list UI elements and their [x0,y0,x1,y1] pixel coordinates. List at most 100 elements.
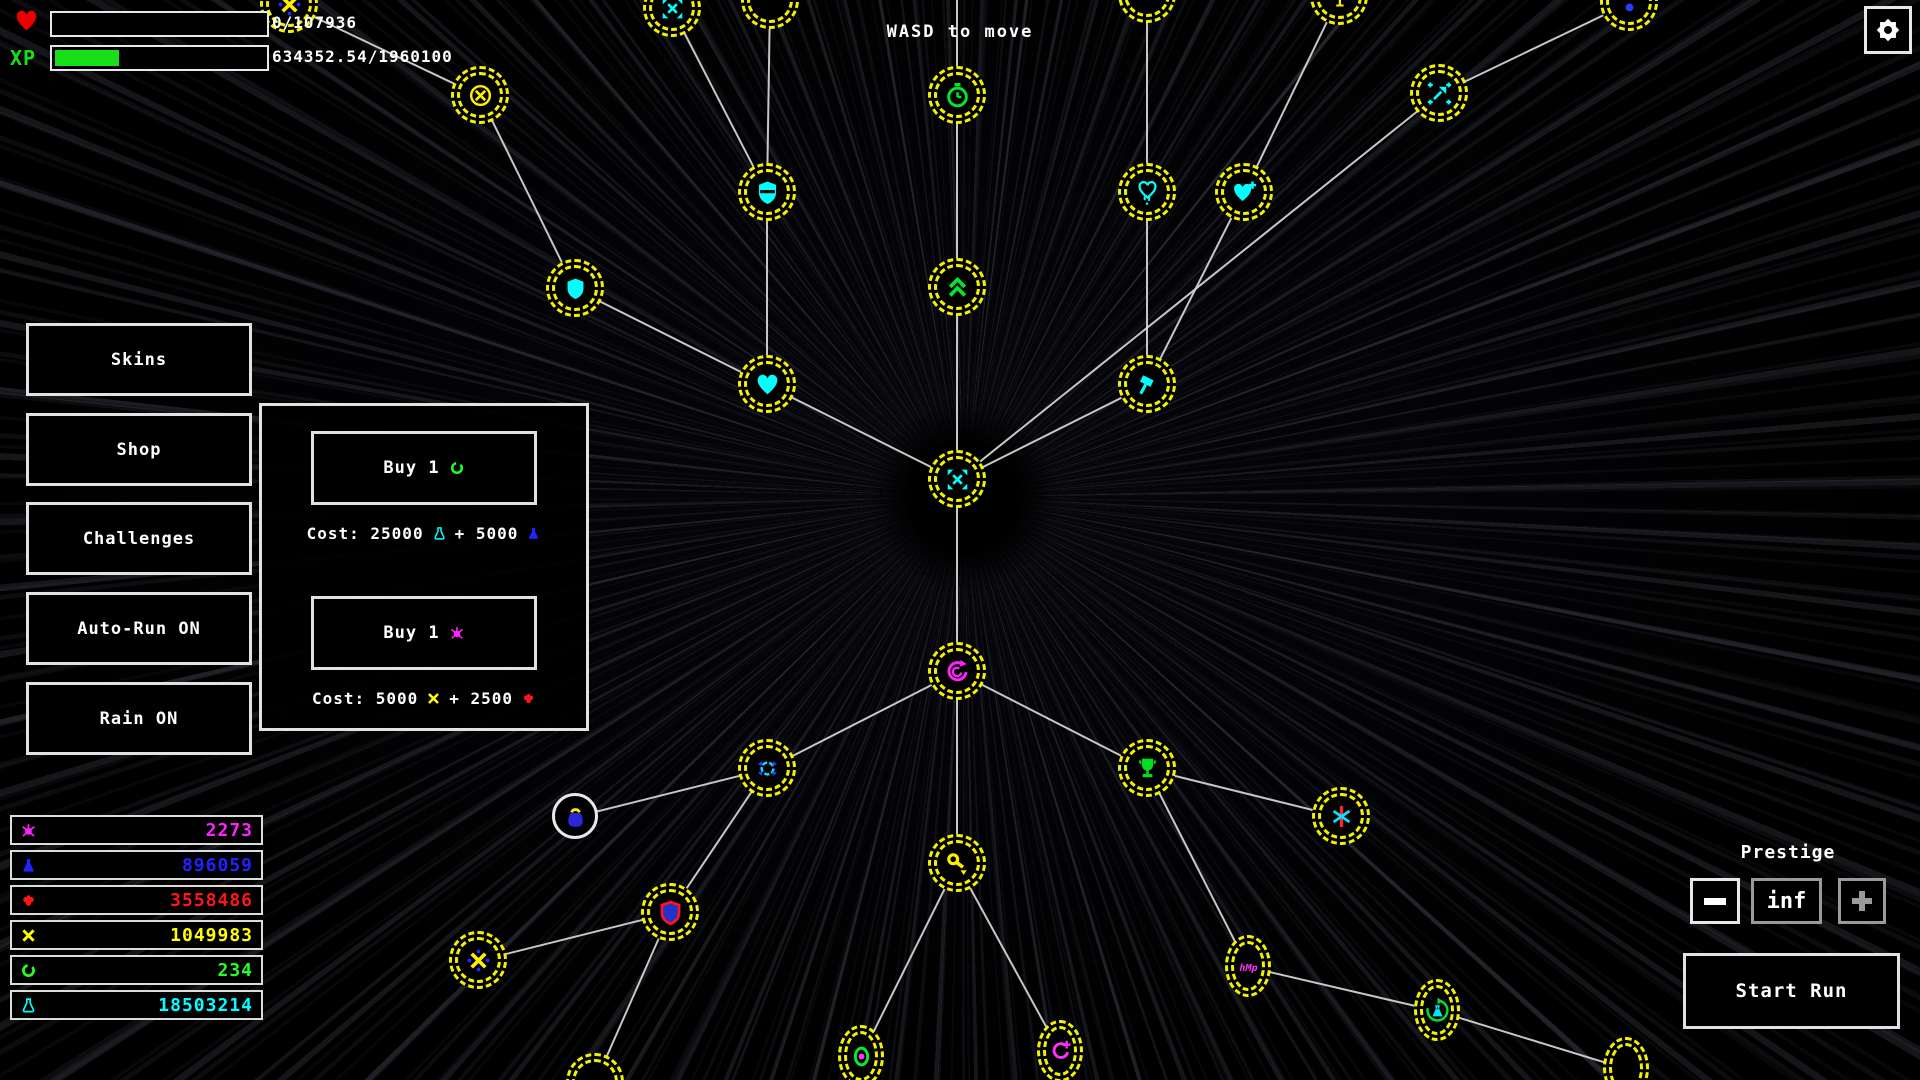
cyan-flask-icon [432,526,447,541]
menu-button-skins[interactable]: Skins [26,323,252,396]
cost-text: Cost: 25000 [307,524,424,543]
clock-icon [944,82,971,109]
spiral-icon [944,658,971,685]
skill-node-t3[interactable] [1600,0,1658,31]
menu-button-autorun[interactable]: Auto-Run ON [26,592,252,665]
menu-button-rain[interactable]: Rain ON [26,682,252,755]
skill-node-scat[interactable] [1410,64,1468,122]
skill-node-wrench[interactable] [928,834,986,892]
trophy-icon [1134,755,1161,782]
currency-value: 896059 [182,855,253,876]
skill-node-t2[interactable] [741,0,799,29]
currency-value: 1049983 [170,925,253,946]
green-ring-icon [449,460,465,476]
currency-value: 3558486 [170,890,253,911]
cost-text: Cost: 5000 [312,689,418,708]
otimes-icon [467,82,494,109]
atom-icon [754,755,781,782]
wasd-hint: WASD to move [800,22,1120,42]
skill-node-b2[interactable] [566,1053,624,1080]
magenta-spider-icon [449,625,465,641]
buy-magenta-cost: Cost: 5000 + 2500 [262,689,586,708]
ringdot-icon [848,1043,875,1070]
skill-node-ringdot[interactable] [838,1025,884,1080]
skill-node-o1[interactable] [451,66,509,124]
cost-text: + 2500 [449,689,513,708]
skill-node-shield1[interactable] [738,163,796,221]
skill-node-imp[interactable]: hMp [1225,935,1271,997]
buy-green-button[interactable]: Buy 1 [311,431,537,505]
skill-node-heart1[interactable] [738,355,796,413]
currency-value: 18503214 [158,995,253,1016]
wrench-icon [944,850,971,877]
imptext-icon: hMp [1235,953,1262,980]
one-icon: 1 [1326,0,1353,10]
menu-button-shop[interactable]: Shop [26,413,252,486]
buy-green-cost: Cost: 25000 + 5000 [262,524,586,543]
game-stage: 1 hMp 0/107936 XP 634352.54/1960100 WASD … [0,0,1920,1080]
buy-panel: Buy 1 Cost: 25000 + 5000 Buy 1 Cost: 5000 + 2… [259,403,589,731]
settings-button[interactable] [1864,6,1912,54]
svg-text:1: 1 [1334,0,1344,10]
shieldfill-icon [562,275,589,302]
xp-label: XP [10,46,36,70]
xp-value: 634352.54/1960100 [272,47,453,66]
currency-row-magenta-spider: 2273 [10,815,263,845]
heart-icon [754,371,781,398]
buy-magenta-button[interactable]: Buy 1 [311,596,537,670]
magenta-spider-icon [20,822,37,839]
skill-node-clock[interactable] [928,66,986,124]
dna-icon [1328,803,1355,830]
skill-node-loopplus[interactable] [1037,1020,1083,1080]
menu-button-challenges[interactable]: Challenges [26,502,252,575]
skill-node-b1[interactable] [1603,1037,1649,1080]
cost-text: + 5000 [455,524,519,543]
scatter-icon [1426,80,1453,107]
skill-node-rshield[interactable] [641,883,699,941]
svg-text:hMp: hMp [1239,962,1257,973]
skill-node-t1[interactable] [643,0,701,37]
skill-node-spiral[interactable] [928,642,986,700]
plus-icon [1850,889,1874,913]
skill-node-trophy[interactable] [1118,739,1176,797]
health-bar [50,11,269,37]
skill-node-atom[interactable] [738,739,796,797]
start-run-button[interactable]: Start Run [1683,953,1900,1029]
cyan-flask-icon [20,997,37,1014]
skill-node-t4[interactable] [1118,0,1176,23]
skill-node-hplus[interactable] [1215,163,1273,221]
blue-flask-icon [526,526,541,541]
hammer-icon [1134,371,1161,398]
health-value: 0/107936 [272,13,357,32]
expand-icon [659,0,686,22]
currency-row-red-blob: 3558486 [10,885,263,915]
loopplus-icon [1047,1038,1074,1065]
health-heart-icon [13,7,40,34]
skill-node-shieldS[interactable] [546,259,604,317]
skill-node-hdrip[interactable] [1118,163,1176,221]
shieldband-icon [754,179,781,206]
skill-node-hammer[interactable] [1118,355,1176,413]
currency-row-green-ring: 234 [10,955,263,985]
skill-node-bag[interactable] [552,793,598,839]
shieldred-icon [657,899,684,926]
prestige-label: Prestige [1700,842,1876,863]
skill-node-chev[interactable] [928,258,986,316]
xdots-icon [465,947,492,974]
red-blob-icon [20,892,37,909]
currency-row-cyan-flask: 18503214 [10,990,263,1020]
currency-value: 234 [217,960,253,981]
heartdrip-icon [1134,179,1161,206]
skill-node-xnode[interactable] [449,931,507,989]
expand-icon [944,466,971,493]
skill-node-dna[interactable] [1312,787,1370,845]
prestige-count-display[interactable]: inf [1751,878,1822,924]
skill-node-recyc[interactable] [1414,979,1460,1041]
skill-node-t5[interactable]: 1 [1310,0,1368,25]
red-blob-icon [521,691,536,706]
prestige-plus-button[interactable] [1838,878,1886,924]
skill-node-center[interactable] [928,450,986,508]
prestige-minus-button[interactable] [1690,878,1740,924]
xp-bar [50,45,269,71]
yellow-x-icon [20,927,37,944]
